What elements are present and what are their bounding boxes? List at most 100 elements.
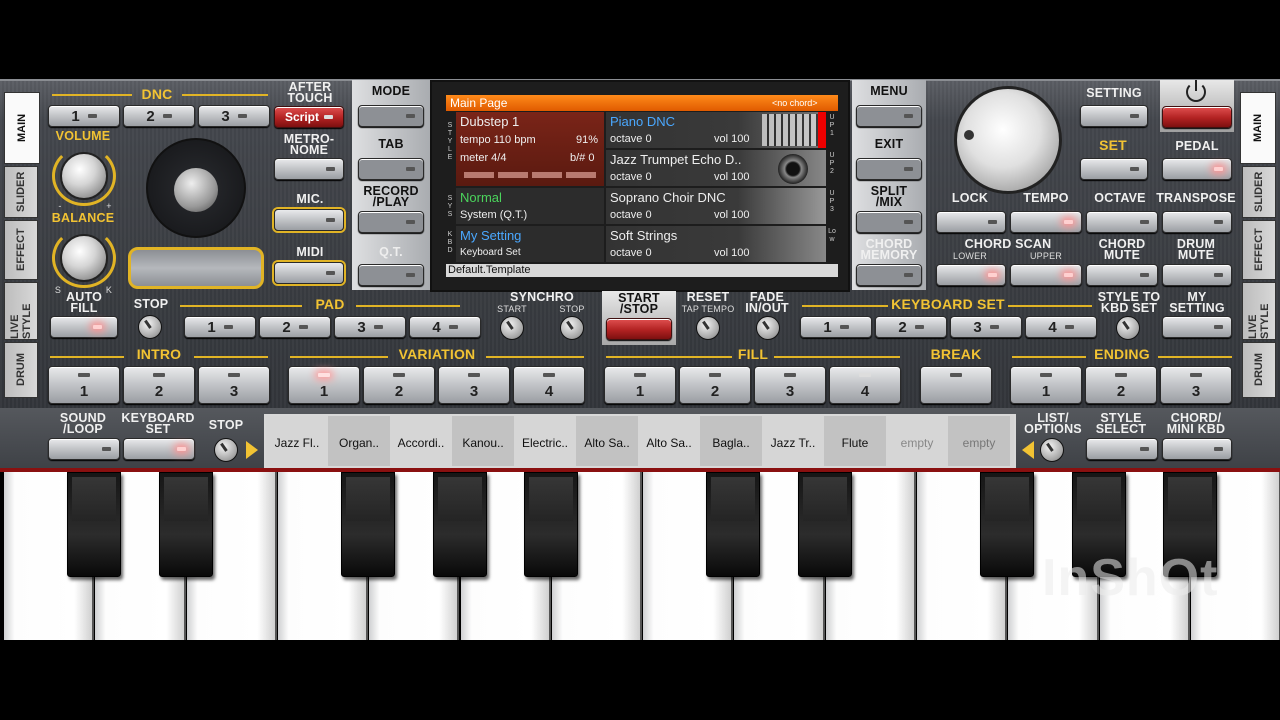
data-dial[interactable] bbox=[954, 86, 1062, 194]
black-key[interactable] bbox=[432, 472, 487, 577]
tab-effect-right[interactable]: EFFECT bbox=[1242, 220, 1276, 280]
split-mix-button[interactable] bbox=[856, 211, 922, 233]
fill-button-3[interactable]: 3 bbox=[754, 366, 826, 404]
black-key[interactable] bbox=[706, 472, 761, 577]
pad-button-1[interactable]: 1 bbox=[184, 316, 256, 338]
tab-live-style-right[interactable]: LIVE STYLE bbox=[1242, 282, 1276, 340]
list-options-knob[interactable] bbox=[1040, 438, 1064, 462]
intro-button-3[interactable]: 3 bbox=[198, 366, 270, 404]
dnc-button-2[interactable]: 2 bbox=[123, 105, 195, 127]
scroll-left-arrow-icon[interactable] bbox=[1022, 441, 1034, 459]
drum-mute-button[interactable] bbox=[1162, 264, 1232, 286]
my-setting-button[interactable] bbox=[1162, 316, 1232, 338]
black-key[interactable] bbox=[158, 472, 213, 577]
keyboard-set-button-2[interactable]: 2 bbox=[875, 316, 947, 338]
break-button[interactable] bbox=[920, 366, 992, 404]
style-select-button[interactable] bbox=[1086, 438, 1158, 460]
black-key[interactable] bbox=[523, 472, 578, 577]
sound-slot-6[interactable]: Alto Sa.. bbox=[576, 416, 638, 466]
scroll-right-arrow-icon[interactable] bbox=[246, 441, 258, 459]
chord-mini-button[interactable] bbox=[1162, 438, 1232, 460]
tab-effect-left[interactable]: EFFECT bbox=[4, 220, 38, 280]
metronome-button[interactable] bbox=[274, 158, 344, 180]
tab-main-left[interactable]: MAIN bbox=[4, 92, 40, 164]
ending-button-1[interactable]: 1 bbox=[1010, 366, 1082, 404]
tab-drum-right[interactable]: DRUM bbox=[1242, 342, 1276, 398]
intro-button-2[interactable]: 2 bbox=[123, 366, 195, 404]
synchro-start-knob[interactable] bbox=[500, 316, 524, 340]
record-play-button[interactable] bbox=[358, 211, 424, 233]
chord-scan-upper-button[interactable] bbox=[1010, 264, 1082, 286]
balance-knob[interactable] bbox=[60, 234, 108, 282]
sound-slot-8[interactable]: Bagla.. bbox=[700, 416, 762, 466]
sound-slot-4[interactable]: Kanou.. bbox=[452, 416, 514, 466]
menu-button[interactable] bbox=[856, 105, 922, 127]
tab-slider-left[interactable]: SLIDER bbox=[4, 166, 38, 218]
exit-button[interactable] bbox=[856, 158, 922, 180]
tab-live-style-left[interactable]: LIVE STYLE bbox=[4, 282, 38, 340]
fill-button-2[interactable]: 2 bbox=[679, 366, 751, 404]
keyboard-set-button-3[interactable]: 3 bbox=[950, 316, 1022, 338]
volume-knob[interactable] bbox=[60, 152, 108, 200]
variation-button-3[interactable]: 3 bbox=[438, 366, 510, 404]
midi-button[interactable] bbox=[274, 262, 344, 284]
keyboard-set-button-1[interactable]: 1 bbox=[800, 316, 872, 338]
sound-slot-10[interactable]: Flute bbox=[824, 416, 886, 466]
keyboard-set-button-4[interactable]: 4 bbox=[1025, 316, 1097, 338]
part-up2[interactable]: Jazz Trumpet Echo D.. octave 0 vol 100 bbox=[606, 150, 826, 186]
display-sys-cell[interactable]: Normal System (Q.T.) bbox=[456, 188, 604, 224]
tab-main-right[interactable]: MAIN bbox=[1240, 92, 1276, 164]
sound-slot-7[interactable]: Alto Sa.. bbox=[638, 416, 700, 466]
sound-slot-11[interactable]: empty bbox=[886, 416, 948, 466]
sound-loop-button[interactable] bbox=[48, 438, 120, 460]
pad-stop-knob[interactable] bbox=[138, 315, 162, 339]
qt-button[interactable] bbox=[358, 264, 424, 286]
variation-button-1[interactable]: 1 bbox=[288, 366, 360, 404]
ending-button-2[interactable]: 2 bbox=[1085, 366, 1157, 404]
tab-slider-right[interactable]: SLIDER bbox=[1242, 166, 1276, 218]
part-up1[interactable]: Piano DNC octave 0 vol 100 bbox=[606, 112, 826, 148]
transpose-button[interactable] bbox=[1162, 211, 1232, 233]
tab-button[interactable] bbox=[358, 158, 424, 180]
auto-fill-button[interactable] bbox=[50, 316, 118, 338]
pad-button-2[interactable]: 2 bbox=[259, 316, 331, 338]
black-key[interactable] bbox=[980, 472, 1035, 577]
intro-button-1[interactable]: 1 bbox=[48, 366, 120, 404]
black-key[interactable] bbox=[67, 472, 122, 577]
mic-button[interactable] bbox=[274, 209, 344, 231]
sound-slot-1[interactable]: Jazz Fl.. bbox=[266, 416, 328, 466]
keyboard-set-btn[interactable] bbox=[123, 438, 195, 460]
sound-slot-9[interactable]: Jazz Tr.. bbox=[762, 416, 824, 466]
fill-button-4[interactable]: 4 bbox=[829, 366, 901, 404]
black-key[interactable] bbox=[797, 472, 852, 577]
power-button[interactable] bbox=[1162, 106, 1232, 128]
sound-slot-3[interactable]: Accordi.. bbox=[390, 416, 452, 466]
mode-button[interactable] bbox=[358, 105, 424, 127]
chord-mute-button[interactable] bbox=[1086, 264, 1158, 286]
start-stop-button[interactable] bbox=[606, 318, 672, 340]
part-up3[interactable]: Soprano Choir DNC octave 0 vol 100 bbox=[606, 188, 826, 224]
chord-memory-button[interactable] bbox=[856, 264, 922, 286]
reset-knob[interactable] bbox=[696, 316, 720, 340]
sound-slot-2[interactable]: Organ.. bbox=[328, 416, 390, 466]
variation-button-2[interactable]: 2 bbox=[363, 366, 435, 404]
pad-button-4[interactable]: 4 bbox=[409, 316, 481, 338]
dnc-button-1[interactable]: 1 bbox=[48, 105, 120, 127]
part-low[interactable]: Soft Strings octave 0 vol 100 bbox=[606, 226, 826, 262]
set-button[interactable] bbox=[1080, 158, 1148, 180]
chord-scan-lower-button[interactable] bbox=[936, 264, 1006, 286]
sound-stop-knob[interactable] bbox=[214, 438, 238, 462]
display-style-cell[interactable]: Dubstep 1 tempo 110 bpm 91% meter 4/4 b/… bbox=[456, 112, 604, 186]
script-button[interactable]: Script bbox=[274, 106, 344, 128]
sound-slot-12[interactable]: empty bbox=[948, 416, 1010, 466]
pedal-button[interactable] bbox=[1162, 158, 1232, 180]
lock-button[interactable] bbox=[936, 211, 1006, 233]
tempo-button[interactable] bbox=[1010, 211, 1082, 233]
synchro-stop-knob[interactable] bbox=[560, 316, 584, 340]
sound-slot-5[interactable]: Electric.. bbox=[514, 416, 576, 466]
variation-button-4[interactable]: 4 bbox=[513, 366, 585, 404]
ending-button-3[interactable]: 3 bbox=[1160, 366, 1232, 404]
dnc-button-3[interactable]: 3 bbox=[198, 105, 270, 127]
display-kbd-cell[interactable]: My Setting Keyboard Set bbox=[456, 226, 604, 262]
joystick-ball[interactable] bbox=[174, 168, 218, 212]
